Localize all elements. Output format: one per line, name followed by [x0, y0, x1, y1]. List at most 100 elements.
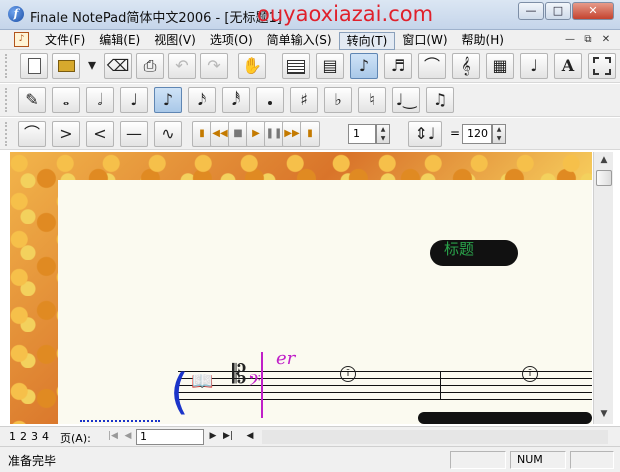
flat-icon[interactable]: ♭: [324, 87, 352, 113]
scroll-thumb[interactable]: [596, 170, 612, 186]
measure-tool-icon[interactable]: ▤: [316, 53, 344, 79]
page-tab[interactable]: 2: [20, 430, 27, 443]
whole-note-icon[interactable]: 𝅝: [52, 87, 80, 113]
open-folder-icon[interactable]: [52, 53, 80, 79]
clef[interactable]: 𝄡: [232, 360, 247, 391]
measure-field[interactable]: 1: [348, 124, 376, 144]
tie-icon[interactable]: ♩‿: [392, 87, 420, 113]
tempo-note-icon[interactable]: ⇕♩: [408, 121, 442, 147]
undo-icon[interactable]: ↶: [168, 53, 196, 79]
line-icon[interactable]: —: [120, 121, 148, 147]
selection-marker: [261, 352, 263, 418]
next-page-icon[interactable]: ▶: [206, 429, 220, 444]
menu-list: 文件(F) 编辑(E) 视图(V) 选项(O) 简单输入(S) 转向(T) 窗口(W) 帮助(…: [38, 32, 511, 50]
status-bar: 准备完毕 NUM: [0, 446, 620, 472]
eighth-note-icon[interactable]: ♪: [154, 87, 182, 113]
slur-shape-icon[interactable]: ⌒: [18, 121, 46, 147]
menu-item[interactable]: 简单输入(S): [260, 32, 339, 50]
eraser-icon[interactable]: ⌫: [104, 53, 132, 79]
simple-entry-icon[interactable]: ♪: [350, 53, 378, 79]
tempo-spinner[interactable]: ▲ ▼: [492, 124, 506, 144]
playback-toolbar: ⌒ > < — ∿ ▮ ◀◀ ■ ▶ ❚❚ ▶▶ ▮ 1 ▲ ▼ ⇕♩ = 120…: [0, 118, 620, 150]
menu-item[interactable]: 转向(T): [338, 32, 396, 50]
decrescendo-icon[interactable]: <: [86, 121, 114, 147]
eraser-note-icon[interactable]: ✎: [18, 87, 46, 113]
minimize-button[interactable]: —: [518, 2, 544, 20]
start-icon[interactable]: ▮: [192, 121, 212, 147]
whole-rest[interactable]: ī: [340, 366, 356, 382]
measure-spinner[interactable]: ▲ ▼: [376, 124, 390, 144]
first-page-icon[interactable]: |◀: [106, 429, 120, 444]
articulation-tool-icon[interactable]: ♩: [520, 53, 548, 79]
status-text: 准备完毕: [8, 454, 57, 468]
menu-item[interactable]: 文件(F): [38, 32, 92, 50]
thirty-second-note-icon[interactable]: 𝅘𝅥𝅰: [222, 87, 250, 113]
prev-page-icon[interactable]: ◀: [121, 429, 135, 444]
hand-grabber-icon[interactable]: ✋: [238, 53, 266, 79]
forward-icon[interactable]: ▶▶: [282, 121, 302, 147]
page-tab[interactable]: 4: [42, 430, 49, 443]
tuplet-tool-icon[interactable]: ♬: [384, 53, 412, 79]
selection-tool-icon[interactable]: [588, 53, 616, 79]
page-navigation-bar: 1234 页(A): |◀ ◀ 1 ▶ ▶| ◀: [0, 426, 620, 446]
menu-item[interactable]: 窗口(W): [395, 32, 454, 50]
new-document-icon[interactable]: [20, 53, 48, 79]
document-icon[interactable]: ♪: [14, 32, 29, 47]
scroll-down-icon[interactable]: ▼: [596, 406, 612, 422]
watermark: ouyaoxiazai.com: [257, 2, 434, 26]
quarter-note-icon[interactable]: ♩: [120, 87, 148, 113]
natural-icon[interactable]: ♮: [358, 87, 386, 113]
toolbar-grip[interactable]: [5, 122, 11, 146]
menu-item[interactable]: 选项(O): [203, 32, 260, 50]
document-area[interactable]: 标题 ( 📖 𝄡 er 𝄢 ī ī: [10, 152, 592, 424]
finale-app-icon[interactable]: f: [8, 6, 24, 22]
whole-rest[interactable]: ī: [522, 366, 538, 382]
doc-close-button[interactable]: ✕: [598, 32, 614, 47]
crescendo-icon[interactable]: >: [52, 121, 80, 147]
curve-icon[interactable]: ∿: [154, 121, 182, 147]
stop-icon[interactable]: ■: [228, 121, 248, 147]
clef-tool-icon[interactable]: 𝄞: [452, 53, 480, 79]
sixteenth-note-icon[interactable]: 𝅘𝅥𝅯: [188, 87, 216, 113]
annotation-text: er: [276, 348, 296, 369]
menu-item[interactable]: 帮助(H): [455, 32, 511, 50]
page-tab[interactable]: 3: [31, 430, 38, 443]
chevron-down-icon[interactable]: ▾: [82, 53, 102, 79]
text-tool-icon[interactable]: A: [554, 53, 582, 79]
last-page-icon[interactable]: ▶|: [221, 429, 235, 444]
staff-tool-icon[interactable]: [282, 53, 310, 79]
end-icon[interactable]: ▮: [300, 121, 320, 147]
play-icon[interactable]: ▶: [246, 121, 266, 147]
doc-restore-button[interactable]: ⧉: [580, 32, 596, 47]
vertical-scrollbar[interactable]: ▲ ▼: [593, 152, 613, 424]
status-panel-empty: [570, 451, 614, 469]
scroll-left-icon[interactable]: ◀: [243, 429, 257, 444]
pause-icon[interactable]: ❚❚: [264, 121, 284, 147]
menu-item[interactable]: 视图(V): [147, 32, 203, 50]
tempo-field[interactable]: 120: [462, 124, 492, 144]
toolbar-grip[interactable]: [5, 88, 11, 112]
page-number-input[interactable]: 1: [136, 429, 204, 445]
slur-tool-icon[interactable]: ⌒: [418, 53, 446, 79]
tempo-equals: =: [450, 126, 461, 140]
window-title: Finale NotePad简体中文2006 - [无标题1]: [30, 11, 282, 26]
sharp-icon[interactable]: ♯: [290, 87, 318, 113]
augmentation-dot-icon[interactable]: [256, 87, 284, 113]
layout-tool-icon[interactable]: ▦: [486, 53, 514, 79]
brace: (: [170, 364, 189, 420]
menu-item[interactable]: 编辑(E): [92, 32, 147, 50]
horizontal-scrollbar[interactable]: [262, 430, 608, 444]
print-icon[interactable]: ⎙: [136, 53, 164, 79]
score-page[interactable]: 标题 ( 📖 𝄡 er 𝄢 ī ī: [58, 180, 592, 424]
half-note-icon[interactable]: 𝅗𝅥: [86, 87, 114, 113]
scroll-up-icon[interactable]: ▲: [596, 152, 612, 168]
doc-minimize-button[interactable]: —: [562, 32, 578, 47]
maximize-button[interactable]: □: [545, 2, 571, 20]
close-button[interactable]: ✕: [572, 2, 614, 20]
redo-icon[interactable]: ↷: [200, 53, 228, 79]
rewind-icon[interactable]: ◀◀: [210, 121, 230, 147]
triplet-icon[interactable]: ♫: [426, 87, 454, 113]
page-tab[interactable]: 1: [9, 430, 16, 443]
document-controls: — ⧉ ✕: [562, 32, 614, 47]
toolbar-grip[interactable]: [5, 54, 11, 78]
